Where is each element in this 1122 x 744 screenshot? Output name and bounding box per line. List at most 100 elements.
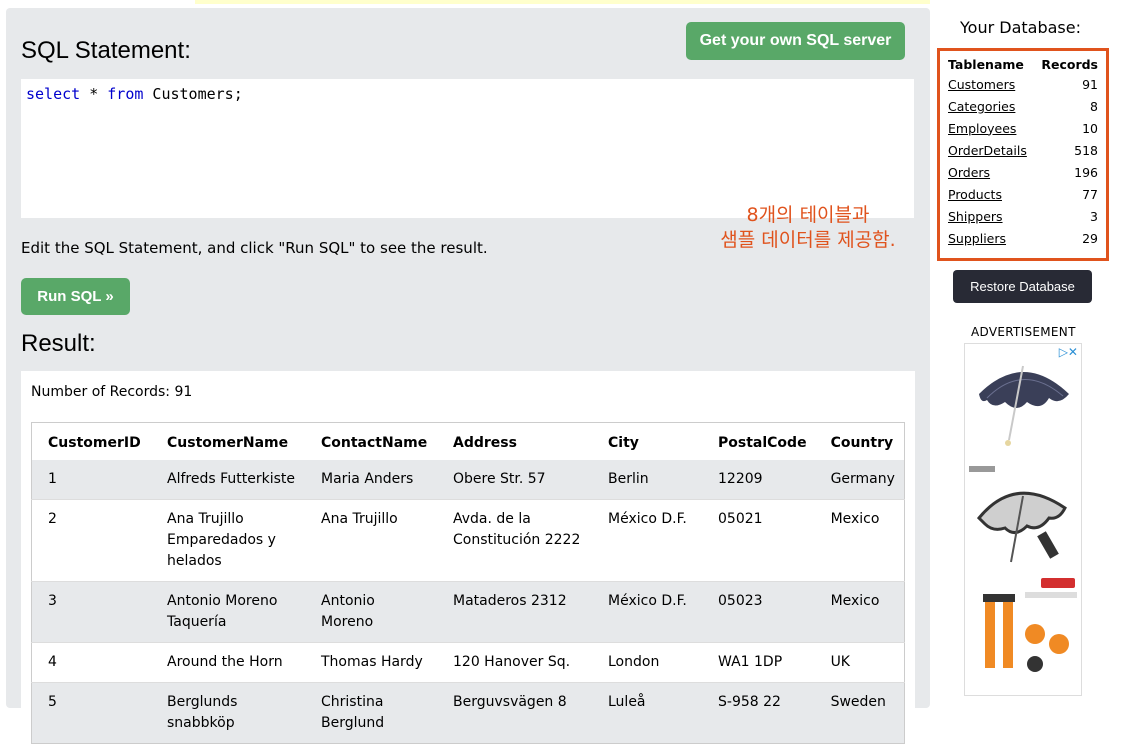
cell: México D.F. [592, 581, 702, 643]
cell: 2 [31, 499, 151, 582]
record-count-cell: 3 [1090, 208, 1098, 224]
editor-hint: Edit the SQL Statement, and click "Run S… [21, 239, 488, 257]
record-count-cell: 518 [1074, 142, 1098, 158]
advertisement-box[interactable]: ▷✕ [964, 343, 1082, 696]
table-row: 3 Antonio Moreno Taquería Antonio Moreno… [31, 581, 905, 643]
cell: 3 [31, 581, 151, 643]
col-header: CustomerName [151, 422, 305, 460]
record-count-cell: 91 [1082, 76, 1098, 92]
results-header-row: CustomerID CustomerName ContactName Addr… [31, 422, 905, 460]
table-row: 5 Berglunds snabbköp Christina Berglund … [31, 682, 905, 744]
db-row: Suppliers 29 [948, 227, 1098, 249]
cell: Antonio Moreno Taquería [151, 581, 305, 643]
cell: 05021 [702, 499, 815, 582]
cell: 120 Hanover Sq. [437, 642, 592, 683]
record-count: Number of Records: 91 [31, 384, 193, 400]
record-count-cell: 8 [1090, 98, 1098, 114]
table-link-orders[interactable]: Orders [948, 165, 990, 180]
db-row: Orders 196 [948, 161, 1098, 183]
db-header-row: Tablename Records [948, 56, 1098, 73]
cell: Alfreds Futterkiste [151, 460, 305, 500]
umbrella-checked-image [969, 466, 1067, 563]
db-row: OrderDetails 518 [948, 139, 1098, 161]
records-header: Records [1041, 57, 1098, 72]
cell: Berglunds snabbköp [151, 682, 305, 744]
table-link-shippers[interactable]: Shippers [948, 209, 1003, 224]
umbrella-lace-image [979, 365, 1069, 446]
tablename-header: Tablename [948, 57, 1024, 72]
bike-fork-image [983, 578, 1077, 672]
cell: Berguvsvägen 8 [437, 682, 592, 744]
advertisement-label: ADVERTISEMENT [971, 325, 1076, 339]
record-count-cell: 77 [1082, 186, 1098, 202]
db-row: Categories 8 [948, 95, 1098, 117]
cell: Luleå [592, 682, 702, 744]
cell: Mataderos 2312 [437, 581, 592, 643]
col-header: ContactName [305, 422, 437, 460]
cell: Mexico [814, 581, 905, 643]
annotation-note: 8개의 테이블과 샘플 데이터를 제공함. [690, 203, 926, 253]
record-count-cell: 10 [1082, 120, 1098, 136]
cell: London [592, 642, 702, 683]
table-row: 1 Alfreds Futterkiste Maria Anders Obere… [31, 460, 905, 500]
cell: 4 [31, 642, 151, 683]
restore-database-button[interactable]: Restore Database [953, 270, 1092, 303]
cell: Ana Trujillo [305, 499, 437, 582]
db-row: Shippers 3 [948, 205, 1098, 227]
table-link-products[interactable]: Products [948, 187, 1002, 202]
top-ad-strip [195, 0, 930, 4]
record-count-cell: 196 [1074, 164, 1098, 180]
database-tables: Tablename Records Customers 91 Categories… [948, 56, 1098, 249]
cell: 05023 [702, 581, 815, 643]
table-link-orderdetails[interactable]: OrderDetails [948, 143, 1027, 158]
keyword-from: from [107, 85, 144, 103]
db-row: Employees 10 [948, 117, 1098, 139]
cell: 1 [31, 460, 151, 500]
your-database-title: Your Database: [960, 18, 1081, 37]
col-header: City [592, 422, 702, 460]
annotation-line-2: 샘플 데이터를 제공함. [720, 229, 896, 251]
keyword-select: select [26, 85, 81, 103]
cell: Thomas Hardy [305, 642, 437, 683]
table-link-categories[interactable]: Categories [948, 99, 1015, 114]
cell: Christina Berglund [305, 682, 437, 744]
result-title: Result: [21, 330, 96, 357]
cell: S-958 22 [702, 682, 815, 744]
cell: Maria Anders [305, 460, 437, 500]
cell: México D.F. [592, 499, 702, 582]
query-rest: Customers; [143, 85, 243, 103]
col-header: Address [437, 422, 592, 460]
run-sql-button[interactable]: Run SQL » [21, 278, 130, 315]
sql-statement-title: SQL Statement: [21, 37, 191, 64]
cell: Avda. de la Constitución 2222 [437, 499, 592, 582]
table-row: 2 Ana Trujillo Emparedados y helados Ana… [31, 499, 905, 582]
col-header: PostalCode [702, 422, 815, 460]
cell: 5 [31, 682, 151, 744]
query-star: * [80, 85, 108, 103]
db-row: Products 77 [948, 183, 1098, 205]
col-header: CustomerID [31, 422, 151, 460]
get-sql-server-button[interactable]: Get your own SQL server [686, 22, 905, 60]
db-row: Customers 91 [948, 73, 1098, 95]
cell: Mexico [814, 499, 905, 582]
annotation-line-1: 8개의 테이블과 [746, 204, 870, 226]
database-tables-box: Tablename Records Customers 91 Categories… [937, 48, 1109, 261]
col-header: Country [814, 422, 905, 460]
record-count-cell: 29 [1082, 230, 1098, 246]
result-box: Number of Records: 91 CustomerID Custome… [21, 371, 915, 744]
table-link-employees[interactable]: Employees [948, 121, 1016, 136]
cell: 12209 [702, 460, 815, 500]
table-link-customers[interactable]: Customers [948, 77, 1015, 92]
sql-editor[interactable]: select * from Customers; [21, 79, 914, 218]
table-link-suppliers[interactable]: Suppliers [948, 231, 1006, 246]
cell: Antonio Moreno [305, 581, 437, 643]
editor-panel: SQL Statement: Get your own SQL server s… [6, 8, 930, 744]
cell: Berlin [592, 460, 702, 500]
cell: Sweden [814, 682, 905, 744]
cell: UK [814, 642, 905, 683]
cell: WA1 1DP [702, 642, 815, 683]
table-row: 4 Around the Horn Thomas Hardy 120 Hanov… [31, 642, 905, 683]
cell: Obere Str. 57 [437, 460, 592, 500]
cell: Around the Horn [151, 642, 305, 683]
cell: Ana Trujillo Emparedados y helados [151, 499, 305, 582]
